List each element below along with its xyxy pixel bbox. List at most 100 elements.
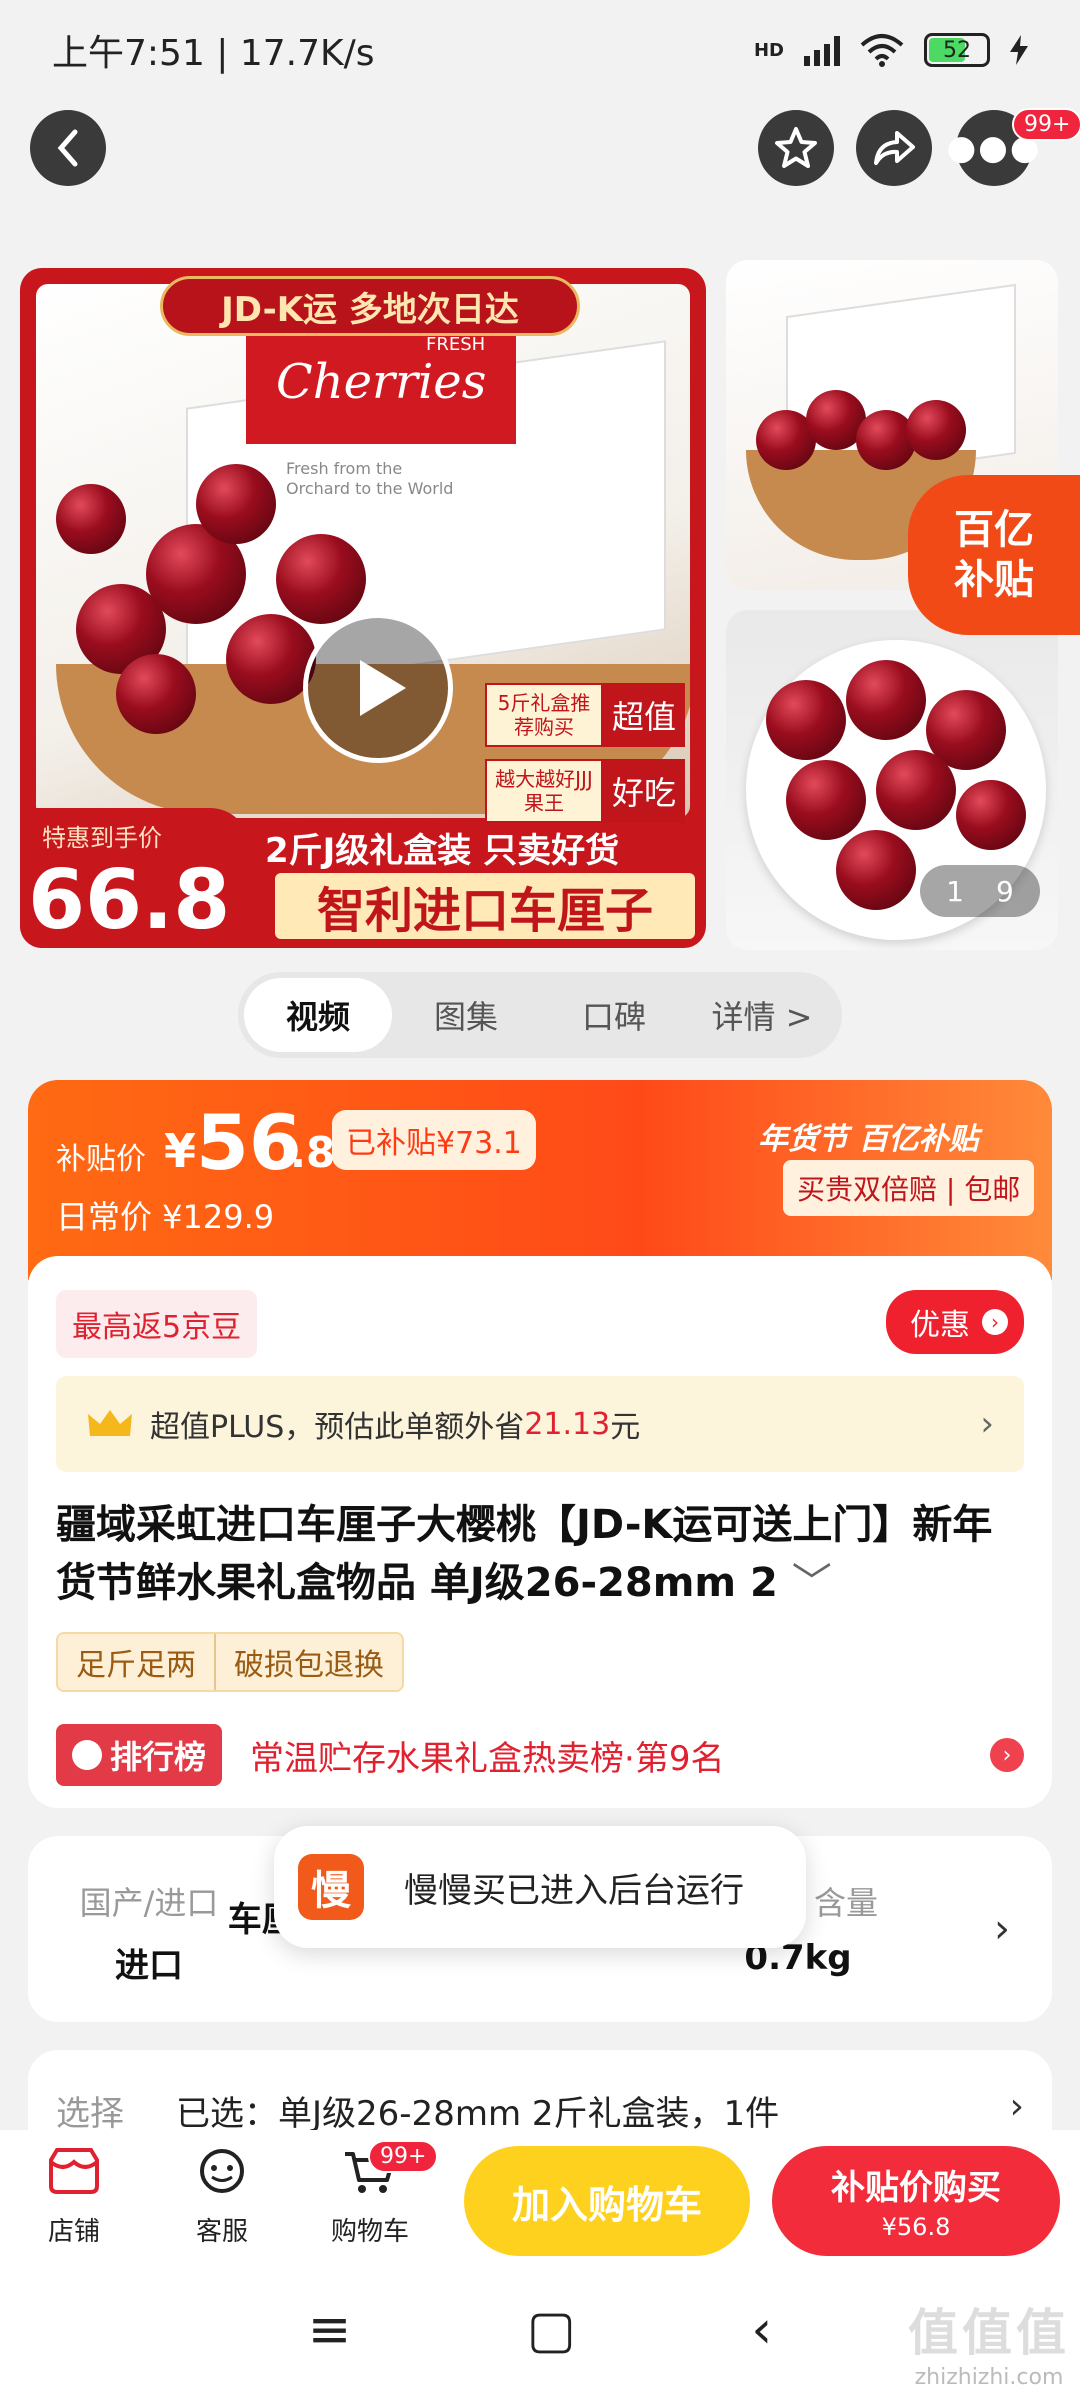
store-label: 店铺 [47,2217,100,2247]
gallery-counter: 1 9 [920,865,1040,917]
buy-now-label: 补贴价购买 [831,2168,1001,2208]
guarantee-badge: 买贵双倍赔 | 包邮 [783,1160,1035,1216]
chevron-down-icon[interactable]: ﹀ [792,1560,832,1606]
product-title-text: 疆域采虹进口车厘子大樱桃【JD-K运可送上门】新年货节鲜水果礼盒物品 单J级26… [56,1502,993,1606]
selected-variant: 已选：单J级26-28mm 2斤礼盒装，1件 [176,2094,780,2134]
cherry-graphic [786,760,866,840]
wifi-icon [860,34,904,67]
plus-savings-unit: 元 [610,1410,641,1445]
cart-badge: 99+ [368,2140,439,2173]
cart-label: 购物车 [330,2217,409,2247]
back-icon[interactable]: ‹ [751,2300,772,2360]
plus-savings-amount: 21.13 [524,1406,611,1442]
subsidy-badge-line1: 百亿 [954,507,1034,553]
promo-tags: 5斤礼盒推荐购买 超值 越大越好JJJ果王 好吃 [485,683,695,835]
main-video-thumbnail[interactable]: Cherries FRESH Fresh from the Orchard to… [20,268,706,948]
deal-price-label: 特惠到手价 [42,824,162,852]
chevron-right-icon: › [1009,2086,1024,2127]
store-button[interactable]: 店铺 [14,2146,134,2248]
back-button[interactable] [30,110,106,186]
price-decimal: .8 [290,1128,336,1177]
back-arrow-icon [57,129,78,167]
promo-tag-text: 5斤礼盒推荐购买 [485,683,603,747]
buy-now-button[interactable]: 补贴价购买 ¥56.8 [772,2146,1060,2256]
status-time: 上午7:51 | 17.7K/s [52,33,375,74]
star-icon [775,127,817,168]
price-main: 56 [196,1098,302,1187]
cherry-graphic [876,750,956,830]
status-icons: HD 52 [754,33,1028,67]
watermark: 值值值 zhizhizhi.com [908,2293,1070,2390]
subsidy-campaign-link[interactable]: 年货节 百亿补贴 [758,1114,978,1158]
add-to-cart-button[interactable]: 加入购物车 [464,2146,750,2256]
customer-service-button[interactable]: 客服 [162,2146,282,2248]
home-icon[interactable]: ▢ [527,2300,576,2360]
spec-label: 国产/进口 [79,1884,219,1922]
service-chip: 破损包退换 [214,1634,402,1690]
charging-icon [1010,35,1028,65]
ranking-row[interactable]: 排行榜 常温贮存水果礼盒热卖榜·第9名 › [56,1724,1024,1786]
toast-text: 慢慢买已进入后台运行 [404,1870,744,1911]
hd-label: HD [753,39,784,61]
ribbon-main-text: 智利进口车厘子 [275,873,695,939]
ranking-badge: 排行榜 [56,1724,223,1786]
tab-details[interactable]: 详情 > [688,978,836,1052]
jd-bean-reward: 最高返5京豆 [56,1290,258,1358]
chevron-right-icon: › [980,1404,994,1444]
promo-tag-text: 越大越好JJJ果王 [485,759,603,823]
box-sub-text: Fresh from the Orchard to the World [286,459,454,498]
gallery-counter-total: 9 [996,874,1014,908]
plus-savings-row[interactable]: 超值PLUS，预估此单额外省 21.13 元 › [56,1376,1024,1472]
cherry-graphic [956,780,1026,850]
chevron-right-icon: › [990,1738,1024,1772]
box-fresh-text: FRESH [426,334,486,355]
cart-button[interactable]: 购物车 99+ [310,2140,439,2248]
background-toast: 慢 慢慢买已进入后台运行 [274,1826,806,1948]
tab-gallery[interactable]: 图集 [392,978,540,1052]
promo-tag-highlight: 好吃 [603,759,685,823]
cherry-graphic [196,464,276,544]
trophy-icon [72,1740,102,1770]
cherry-graphic [836,830,916,910]
ranking-text: 常温贮存水果礼盒热卖榜·第9名 [250,1738,725,1779]
store-icon [49,2148,99,2194]
cherry-graphic [276,534,366,624]
watermark-logo: 值值值 [908,2304,1070,2362]
cherry-graphic [766,680,846,760]
service-label: 客服 [195,2217,248,2247]
subsidy-badge: 百亿 补贴 [908,475,1080,635]
tab-reviews[interactable]: 口碑 [540,978,688,1052]
ribbon-top-text: 2斤J级礼盒装 只卖好货 [265,831,620,871]
plus-savings-text: 超值PLUS，预估此单额外省 [150,1410,525,1445]
share-icon [874,131,915,165]
menu-icon[interactable]: ≡ [308,2300,352,2360]
bottom-action-bar: 店铺 客服 购物车 99+ 加入购物车 补贴价购买 ¥56.8 [0,2130,1080,2260]
discount-button[interactable]: 优惠 › [886,1290,1024,1354]
service-chips: 足斤足两 破损包退换 [56,1632,404,1692]
spec-origin: 国产/进口 进口 [64,1878,234,1987]
message-badge: 99+ [1012,108,1080,141]
favorite-button[interactable] [758,110,834,186]
spec-value: 进口 [115,1946,183,1986]
promo-tag-highlight: 超值 [603,683,685,747]
deal-price-value: 66.8 [28,853,231,948]
deal-price-badge: 特惠到手价 66.8 [20,808,250,948]
share-button[interactable] [856,110,932,186]
cherry-graphic [906,400,966,460]
daily-price: 日常价 ¥129.9 [56,1198,275,1236]
currency-symbol: ¥ [164,1124,197,1178]
chat-icon [200,2149,244,2193]
product-title[interactable]: 疆域采虹进口车厘子大樱桃【JD-K运可送上门】新年货节鲜水果礼盒物品 单J级26… [56,1496,1024,1612]
battery-icon: 52 [924,33,990,67]
box-brand-text: Cherries [276,354,487,410]
manmanmai-app-icon: 慢 [298,1854,364,1920]
shipping-banner: JD-K运 多地次日达 [160,276,580,336]
signal-icon [804,34,840,66]
subsidized-amount: 已补贴¥73.1 [332,1110,536,1170]
crown-icon [88,1410,132,1436]
product-gallery[interactable]: Cherries FRESH Fresh from the Orchard to… [0,260,1080,950]
cherry-graphic [116,654,196,734]
play-video-icon[interactable] [303,613,453,763]
status-bar: 上午7:51 | 17.7K/s HD 52 [0,0,1080,100]
tab-video[interactable]: 视频 [244,978,392,1052]
